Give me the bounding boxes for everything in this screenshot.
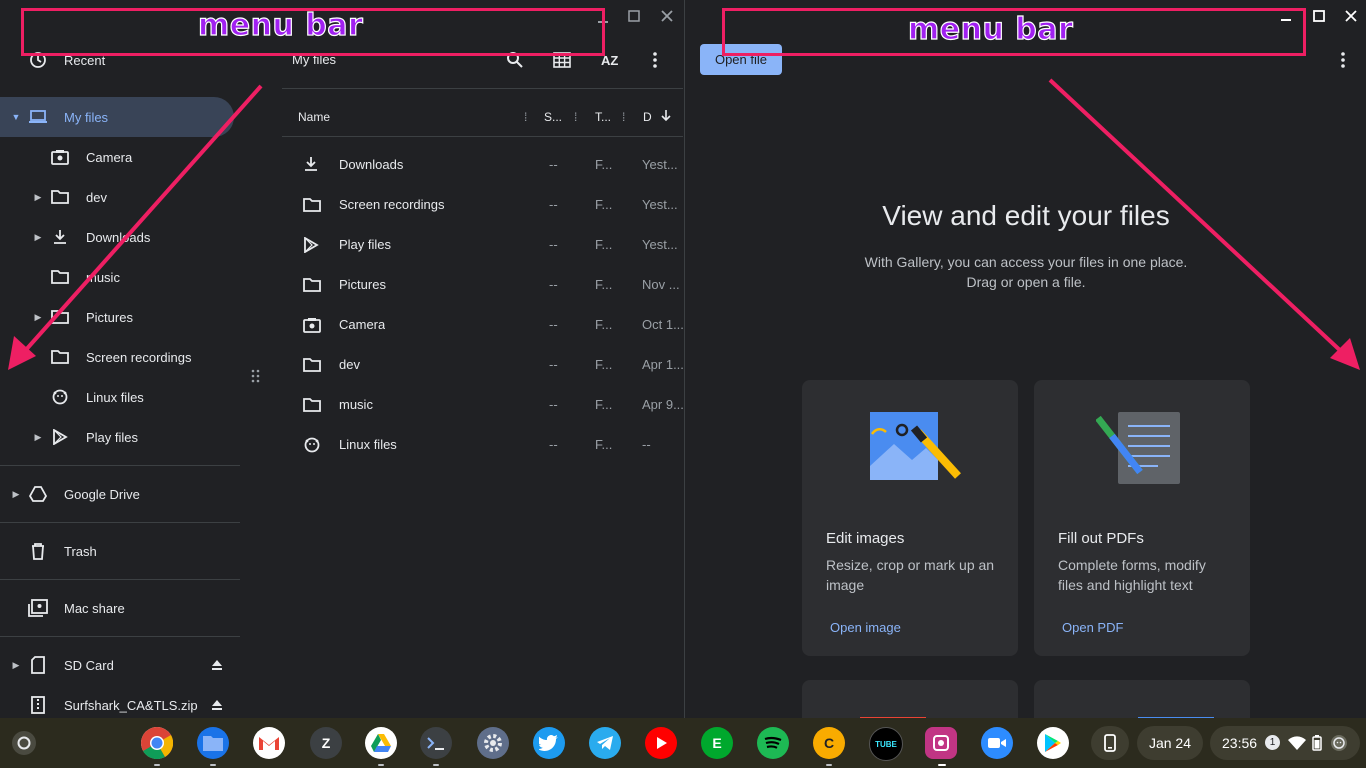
evernote-icon[interactable]: E xyxy=(701,727,733,759)
wifi-icon xyxy=(1288,736,1306,753)
spotify-icon[interactable] xyxy=(757,727,789,759)
telegram-icon[interactable] xyxy=(589,727,621,759)
running-indicator xyxy=(433,764,439,766)
youtube-icon[interactable] xyxy=(645,727,677,759)
terminal-icon[interactable] xyxy=(420,727,452,759)
app-letter: E xyxy=(712,735,721,751)
chrome-icon[interactable] xyxy=(141,727,173,759)
phone-icon xyxy=(1104,734,1116,752)
photo-app-icon[interactable] xyxy=(925,727,957,759)
phone-hub-button[interactable] xyxy=(1091,726,1129,760)
twitter-icon[interactable] xyxy=(533,727,565,759)
annotation-arrows xyxy=(0,0,1366,718)
play-store-icon[interactable] xyxy=(1037,727,1069,759)
notification-count-badge: 1 xyxy=(1265,735,1280,750)
running-indicator xyxy=(210,764,216,766)
app-letter: TUBE xyxy=(875,740,897,749)
files-icon[interactable] xyxy=(197,727,229,759)
battery-icon xyxy=(1312,735,1322,754)
running-indicator xyxy=(154,764,160,766)
settings-icon[interactable] xyxy=(477,727,509,759)
tube-app-icon[interactable]: TUBE xyxy=(869,727,903,761)
arrow-line-right xyxy=(1050,80,1344,354)
zoom-icon[interactable] xyxy=(981,727,1013,759)
drive-icon[interactable] xyxy=(365,727,397,759)
date-label: Jan 24 xyxy=(1149,735,1191,751)
shelf: Z E C TUBE Jan 24 23:56 1 xyxy=(0,718,1366,768)
app-letter: C xyxy=(824,735,834,751)
app-letter: Z xyxy=(322,735,331,751)
c-app-icon[interactable]: C xyxy=(813,727,845,759)
launcher-icon xyxy=(17,736,31,750)
clock-label: 23:56 xyxy=(1222,735,1257,751)
active-indicator xyxy=(938,764,946,766)
zoom-z-icon[interactable]: Z xyxy=(310,727,342,759)
running-indicator xyxy=(826,764,832,766)
status-tray[interactable]: 23:56 1 xyxy=(1210,726,1360,760)
running-indicator xyxy=(378,764,384,766)
avatar xyxy=(1330,734,1348,755)
date-button[interactable]: Jan 24 xyxy=(1137,726,1203,760)
launcher-button[interactable] xyxy=(12,731,36,755)
arrow-line-left xyxy=(24,86,261,352)
gmail-icon[interactable] xyxy=(253,727,285,759)
